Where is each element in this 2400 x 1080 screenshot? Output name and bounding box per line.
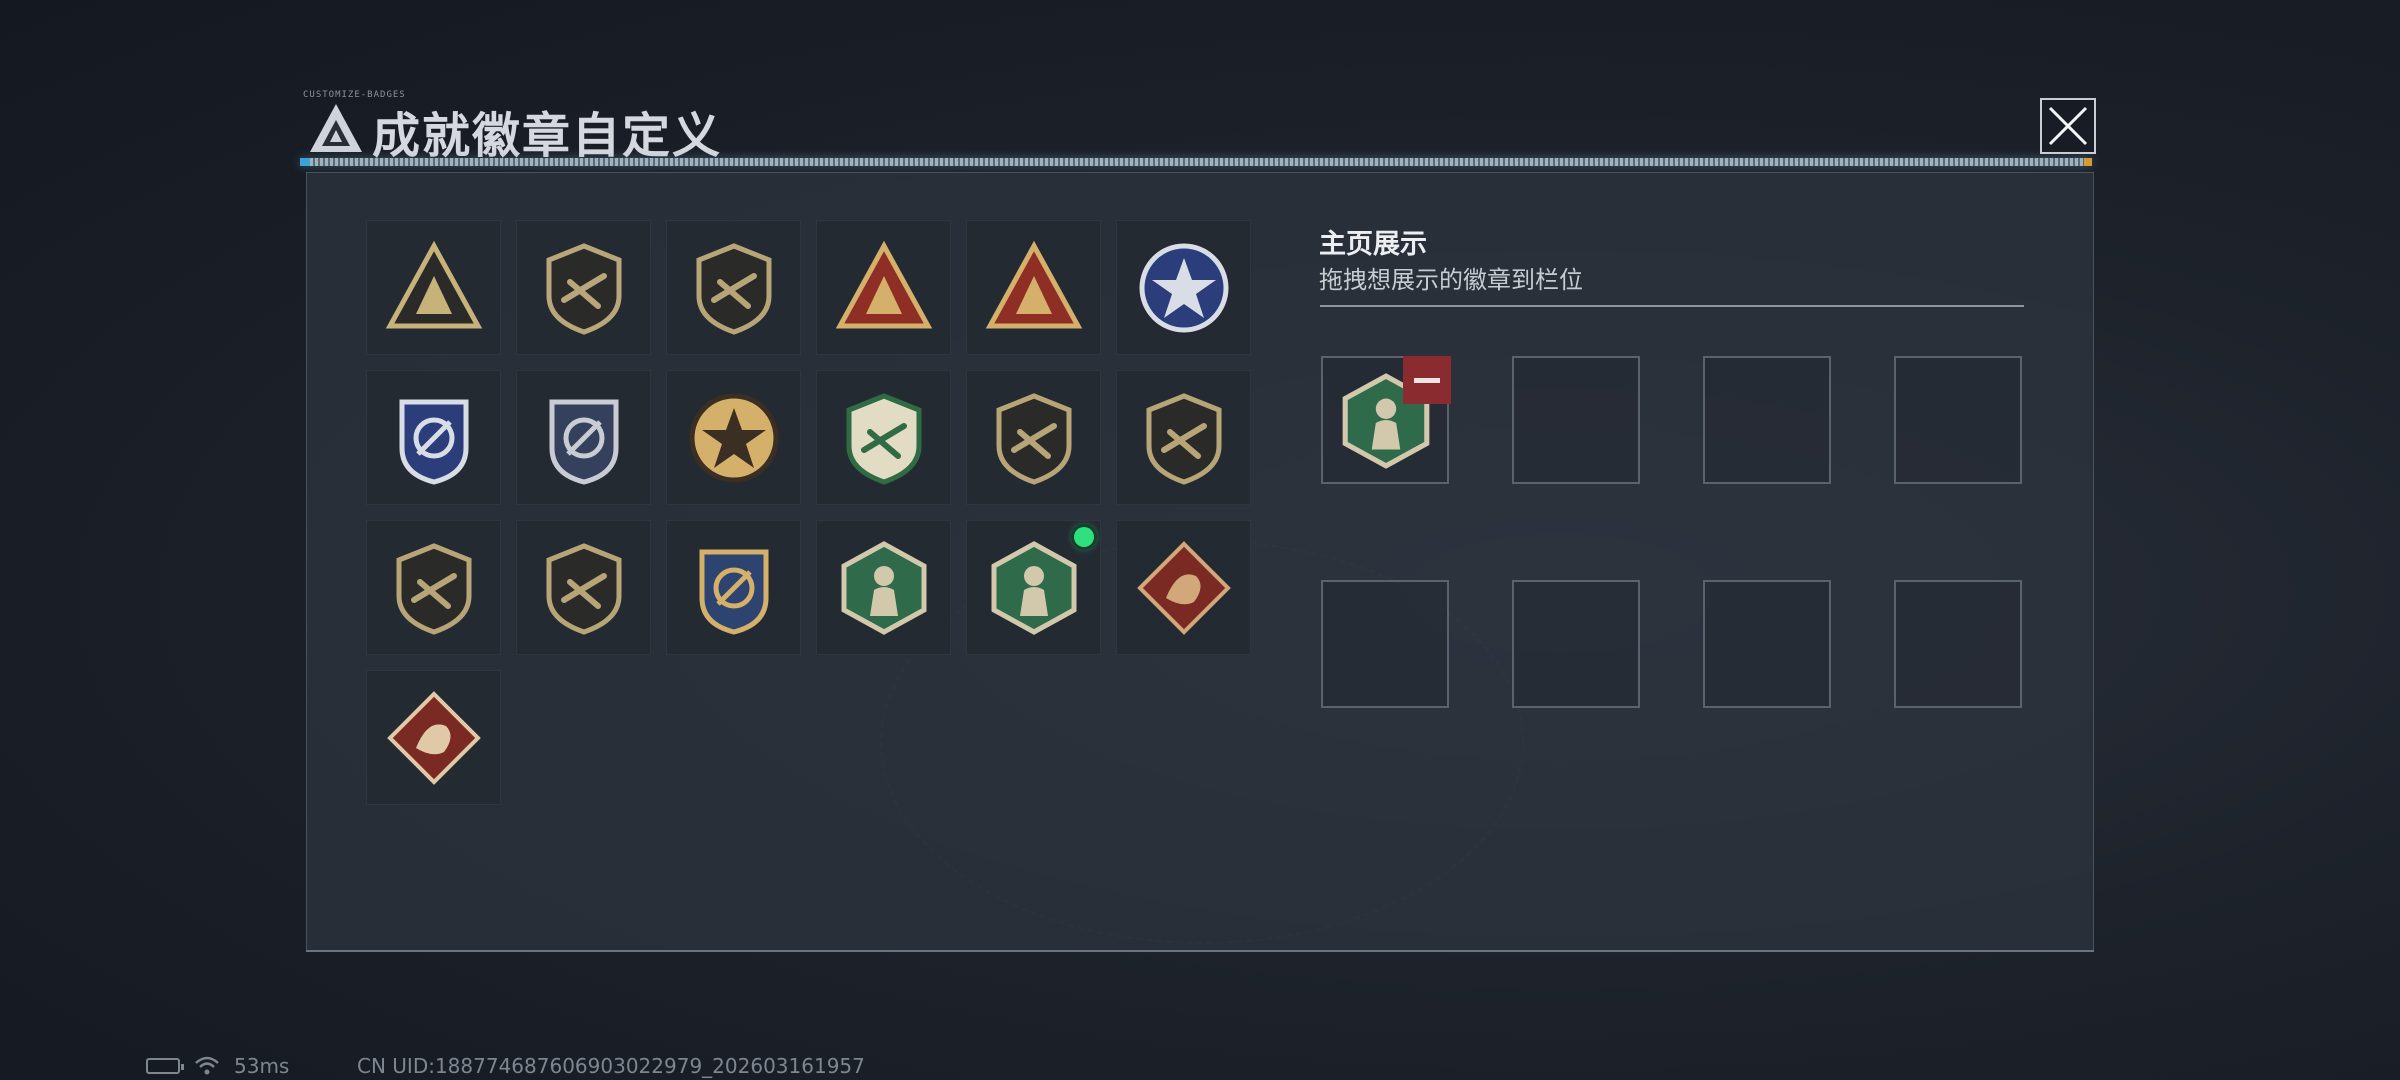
rifle-shield-badge-icon [546,542,621,635]
insect-hexagon-badge-icon [841,540,926,635]
skull-crest-badge-icon [549,399,618,485]
showcase-slot[interactable] [1321,356,1451,484]
badge-cell[interactable] [1116,370,1251,505]
gold-rifle-crest-badge-icon [699,549,768,635]
uid-text: CN UID:188774687606903022979_20260316195… [357,1054,865,1078]
minus-icon [1414,377,1440,383]
triangle-shield-badge-icon [385,240,482,328]
header-divider [300,158,2092,166]
dragon-diamond-badge-icon [1136,540,1231,635]
soldiers-triangle-badge-icon [985,240,1082,328]
badge-cell[interactable] [816,370,951,505]
badge-cell[interactable] [366,670,501,805]
badge-cell[interactable] [516,370,651,505]
badge-cell[interactable] [666,220,801,355]
badge-cell[interactable] [666,520,801,655]
close-button[interactable] [2040,98,2096,154]
wifi-icon [195,1056,219,1075]
badge-cell[interactable] [966,520,1101,655]
showcase-slot[interactable] [1512,580,1640,708]
badge-cell[interactable] [516,520,651,655]
badge-cell[interactable] [366,370,501,505]
triangle-logo-icon [310,104,362,152]
ping-text: 53ms [234,1054,290,1078]
badge-cell[interactable] [966,370,1101,505]
rank-1-triangle-badge-icon [835,240,932,328]
showcase-slot[interactable] [1703,580,1831,708]
showcase-slot[interactable] [1321,580,1449,708]
panel-bottom-border [306,950,2094,952]
badge-cell[interactable] [366,220,501,355]
badge-cell[interactable] [666,370,801,505]
badge-cell[interactable] [366,520,501,655]
page-title: 成就徽章自定义 [372,108,723,164]
close-icon [2048,106,2088,146]
runner-diamond-badge-icon [386,690,481,785]
remove-badge-button[interactable] [1403,356,1451,404]
showcase-title: 主页展示 [1319,229,1427,260]
badge-cell[interactable] [1116,520,1251,655]
star-round-badge-icon [1139,243,1228,332]
dagger-shield-badge-icon [696,242,771,335]
tank-sunburst-badge-icon [689,393,778,482]
showcase-slot[interactable] [1894,356,2022,484]
showcase-slot[interactable] [1512,356,1640,484]
badge-grid [366,220,1254,805]
status-bar: 53ms [146,1054,289,1078]
showcase-slot[interactable] [1894,580,2022,708]
soldier-hexagon-badge-icon [991,540,1076,635]
battery-charging-icon [146,1058,184,1074]
badge-cell[interactable] [816,520,951,655]
badge-cell[interactable] [1116,220,1251,355]
rifle-shield-badge-icon [396,542,471,635]
helicopter-shield-badge-icon [546,242,621,335]
green-rifle-shield-badge-icon [846,392,921,485]
badge-cell[interactable] [966,220,1101,355]
rifle-shield-badge-icon [1146,392,1221,485]
showcase-slot[interactable] [1703,356,1831,484]
badge-cell[interactable] [516,220,651,355]
showcase-divider [1320,305,2024,307]
showcase-subtitle: 拖拽想展示的徽章到栏位 [1319,266,1583,294]
badge-cell[interactable] [816,220,951,355]
new-indicator-dot [1074,527,1094,547]
rifle-shield-badge-icon [996,392,1071,485]
blue-crest-badge-icon [399,399,468,485]
